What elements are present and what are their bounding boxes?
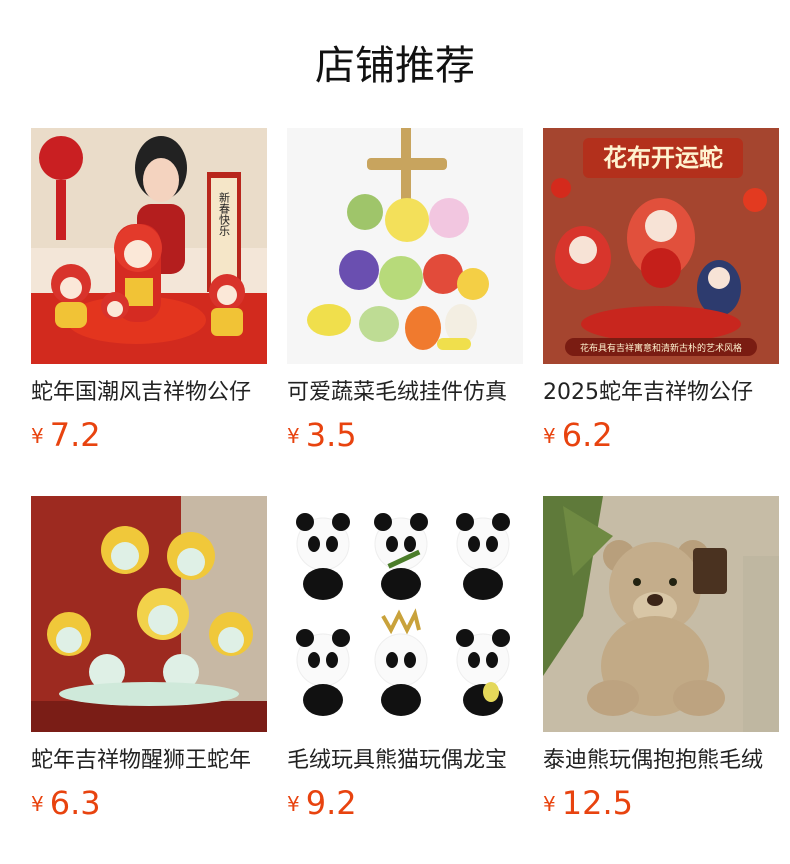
- product-card[interactable]: 泰迪熊玩偶抱抱熊毛绒 ¥12.5: [543, 496, 779, 834]
- price-amount: 6.2: [561, 416, 613, 454]
- product-price: ¥12.5: [543, 784, 779, 822]
- product-price: ¥6.2: [543, 416, 779, 454]
- product-title[interactable]: 2025蛇年吉祥物公仔: [543, 378, 779, 408]
- product-card[interactable]: 花布开运蛇 花布具有吉祥寓意和清新古朴的艺术风格 2025蛇年吉祥物公仔 ¥6.…: [543, 128, 779, 466]
- product-title[interactable]: 毛绒玩具熊猫玩偶龙宝: [287, 746, 523, 776]
- price-amount: 7.2: [49, 416, 101, 454]
- product-image[interactable]: [287, 496, 523, 732]
- product-image[interactable]: 新春快乐: [31, 128, 267, 364]
- price-amount: 6.3: [49, 784, 101, 822]
- product-card[interactable]: 蛇年吉祥物醒狮王蛇年 ¥6.3: [31, 496, 267, 834]
- product-price: ¥9.2: [287, 784, 523, 822]
- product-card[interactable]: 新春快乐 蛇年国潮风吉祥物公仔 ¥7.2: [31, 128, 267, 466]
- image-caption: 花布具有吉祥寓意和清新古朴的艺术风格: [580, 342, 742, 354]
- product-image[interactable]: [543, 496, 779, 732]
- product-image[interactable]: [287, 128, 523, 364]
- product-card[interactable]: 毛绒玩具熊猫玩偶龙宝 ¥9.2: [287, 496, 523, 834]
- currency-symbol: ¥: [543, 424, 556, 448]
- scroll-text: 新春快乐: [218, 191, 231, 236]
- page-title: 店铺推荐: [315, 43, 475, 89]
- product-title[interactable]: 泰迪熊玩偶抱抱熊毛绒: [543, 746, 779, 776]
- product-price: ¥7.2: [31, 416, 267, 454]
- banner-text: 花布开运蛇: [603, 144, 723, 172]
- product-price: ¥3.5: [287, 416, 523, 454]
- product-grid: 新春快乐 蛇年国潮风吉祥物公仔 ¥7.2 可爱蔬菜毛绒挂件仿真 ¥ 3.5 花布…: [31, 128, 779, 834]
- currency-symbol: ¥: [287, 424, 300, 448]
- currency-symbol: ¥: [31, 424, 44, 448]
- product-image[interactable]: [31, 496, 267, 732]
- product-price: ¥6.3: [31, 784, 267, 822]
- price-amount: 3.5: [305, 416, 357, 454]
- currency-symbol: ¥: [543, 792, 556, 816]
- product-title[interactable]: 蛇年国潮风吉祥物公仔: [31, 378, 267, 408]
- product-image[interactable]: 花布开运蛇 花布具有吉祥寓意和清新古朴的艺术风格: [543, 128, 779, 364]
- currency-symbol: ¥: [31, 792, 44, 816]
- currency-symbol: ¥: [287, 792, 300, 816]
- product-title[interactable]: 蛇年吉祥物醒狮王蛇年: [31, 746, 267, 776]
- product-title[interactable]: 可爱蔬菜毛绒挂件仿真: [287, 378, 523, 408]
- product-card[interactable]: 可爱蔬菜毛绒挂件仿真 ¥3.5: [287, 128, 523, 466]
- price-amount: 9.2: [305, 784, 357, 822]
- price-amount: 12.5: [561, 784, 633, 822]
